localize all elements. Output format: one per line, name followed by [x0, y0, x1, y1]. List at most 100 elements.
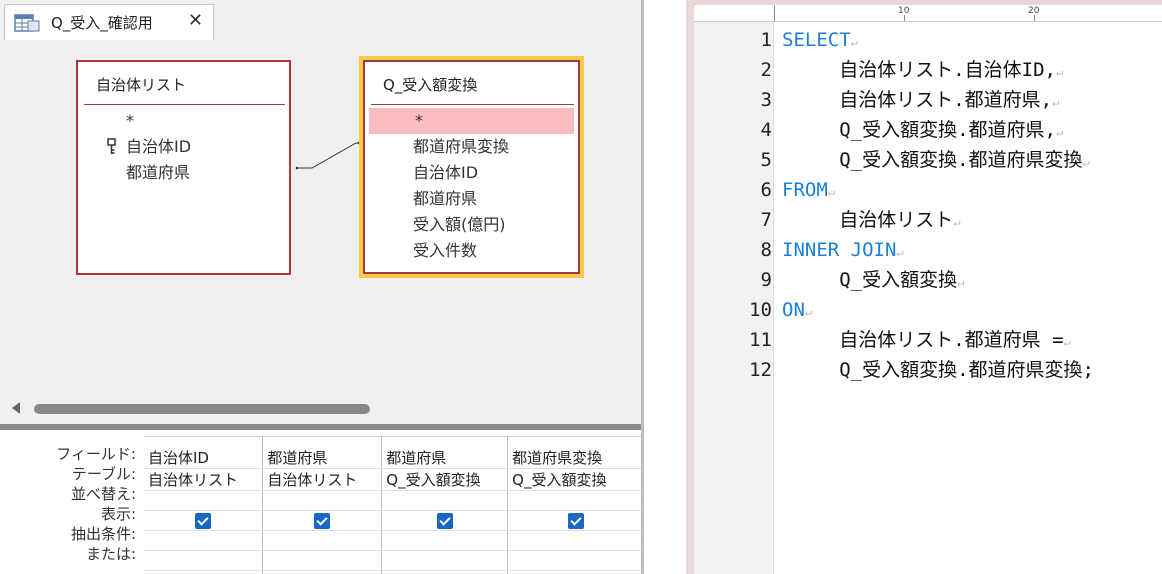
code-line[interactable]: 11 自治体リスト.都道府県 =↵: [694, 325, 1162, 355]
grid-row-sort: [144, 490, 644, 511]
return-mark-icon: ↵: [957, 275, 965, 289]
field-todofuken[interactable]: 都道府県: [78, 160, 289, 186]
grid-cell-criteria[interactable]: [507, 530, 644, 551]
grid-cell-table[interactable]: 自治体リスト: [144, 468, 264, 491]
show-checkbox[interactable]: [195, 512, 212, 529]
grid-cell-or[interactable]: [507, 550, 644, 571]
code-text: 自治体リスト.自治体ID,↵: [782, 55, 1063, 87]
return-mark-icon: ↵: [896, 245, 904, 259]
grid-cell-or[interactable]: [144, 550, 264, 571]
code-area[interactable]: 1 SELECT↵ 2 自治体リスト.自治体ID,↵ 3 自治体リスト.都道府県,↵ 4…: [694, 25, 1162, 385]
grid-cell-empty[interactable]: [507, 570, 644, 574]
code-line[interactable]: 12 Q_受入額変換.都道府県変換;: [694, 355, 1162, 385]
grid-cell-empty[interactable]: [381, 570, 509, 574]
field-all[interactable]: *: [78, 108, 289, 134]
grid-cell-sort[interactable]: [262, 490, 383, 511]
return-mark-icon: ↵: [850, 35, 858, 49]
ruler-tick: [904, 15, 905, 21]
query-designer: Q_受入_確認用 ✕ 自治体リスト * 自治体ID 都道府県 Q_受入額変換 *…: [0, 0, 644, 574]
sql-editor: 10 20 1 SELECT↵ 2 自治体リスト.自治体ID,↵ 3 自治体リスト.都…: [686, 0, 1162, 574]
code-line[interactable]: 6 FROM↵: [694, 175, 1162, 205]
design-grid: フィールド: テーブル: 並べ替え: 表示: 抽出条件: または: 自治体ID …: [0, 430, 644, 574]
grid-row-field: 自治体ID 都道府県 都道府県 都道府県変換: [144, 436, 644, 469]
grid-cell-table[interactable]: 自治体リスト: [262, 468, 383, 491]
code-line[interactable]: 10 ON↵: [694, 295, 1162, 325]
scrollbar-thumb[interactable]: [34, 404, 370, 414]
field-ukeire-gaku[interactable]: 受入額(億円): [365, 212, 578, 238]
sql-keyword: ON: [782, 299, 805, 321]
line-number: 6: [760, 179, 772, 201]
show-checkbox[interactable]: [436, 512, 453, 529]
field-jichitai-id[interactable]: 自治体ID: [78, 134, 289, 160]
sql-keyword: SELECT: [782, 29, 851, 51]
grid-cell-show: [381, 510, 509, 531]
code-text: Q_受入額変換.都道府県変換↵: [782, 145, 1090, 177]
line-number: 1: [760, 29, 772, 51]
grid-cell-field[interactable]: 都道府県: [262, 436, 383, 469]
field-all-selected[interactable]: *: [369, 108, 574, 134]
code-text: INNER JOIN↵: [782, 235, 904, 267]
return-mark-icon: ↵: [1052, 95, 1060, 109]
grid-cell-field[interactable]: 都道府県変換: [507, 436, 644, 469]
grid-cell-criteria[interactable]: [262, 530, 383, 551]
grid-cell-field[interactable]: 自治体ID: [144, 436, 264, 469]
code-line[interactable]: 5 Q_受入額変換.都道府県変換↵: [694, 145, 1162, 175]
return-mark-icon: ↵: [1082, 155, 1090, 169]
sql-text: Q_受入額変換: [782, 269, 958, 291]
grid-cell-sort[interactable]: [381, 490, 509, 511]
table-title: Q_受入額変換: [383, 76, 478, 94]
code-line[interactable]: 2 自治体リスト.自治体ID,↵: [694, 55, 1162, 85]
table-title: 自治体リスト: [96, 76, 187, 94]
grid-row-extra: [144, 570, 644, 574]
grid-cell-show: [262, 510, 383, 531]
table-jichitai-list[interactable]: 自治体リスト * 自治体ID 都道府県: [76, 60, 291, 275]
sql-text: 自治体リスト.自治体ID,: [782, 59, 1056, 81]
show-checkbox[interactable]: [314, 512, 331, 529]
field-todofuken[interactable]: 都道府県: [365, 186, 578, 212]
horizontal-scrollbar[interactable]: [4, 398, 642, 420]
line-number: 11: [749, 329, 772, 351]
sql-keyword: FROM: [782, 179, 828, 201]
sql-text: Q_受入額変換.都道府県変換;: [782, 359, 1094, 381]
grid-cell-criteria[interactable]: [144, 530, 264, 551]
close-icon[interactable]: ✕: [188, 12, 203, 30]
tab-title: Q_受入_確認用: [51, 14, 153, 32]
code-line[interactable]: 4 Q_受入額変換.都道府県,↵: [694, 115, 1162, 145]
grid-cell-table[interactable]: Q_受入額変換: [381, 468, 509, 491]
grid-cell-sort[interactable]: [507, 490, 644, 511]
return-mark-icon: ↵: [953, 215, 961, 229]
grid-row-criteria: [144, 530, 644, 551]
grid-cell-or[interactable]: [262, 550, 383, 571]
code-line[interactable]: 8 INNER JOIN↵: [694, 235, 1162, 265]
grid-cell-or[interactable]: [381, 550, 509, 571]
tab-q-confirm[interactable]: Q_受入_確認用 ✕: [4, 4, 214, 40]
field-jichitai-id[interactable]: 自治体ID: [365, 160, 578, 186]
scroll-left-icon[interactable]: [12, 402, 20, 414]
line-number: 10: [749, 299, 772, 321]
code-line[interactable]: 7 自治体リスト↵: [694, 205, 1162, 235]
field-ukeire-kensu[interactable]: 受入件数: [365, 238, 578, 264]
document-tab-strip: Q_受入_確認用 ✕: [0, 0, 644, 40]
grid-cell-sort[interactable]: [144, 490, 264, 511]
return-mark-icon: ↵: [804, 305, 813, 319]
code-line[interactable]: 3 自治体リスト.都道府県,↵: [694, 85, 1162, 115]
code-text: SELECT↵: [782, 25, 858, 57]
grid-cell-field[interactable]: 都道府県: [381, 436, 509, 469]
return-mark-icon: ↵: [1063, 335, 1071, 349]
grid-cell-empty[interactable]: [144, 570, 264, 574]
label-field: フィールド:: [56, 445, 136, 463]
table-q-ukeire-henkan[interactable]: Q_受入額変換 * 都道府県変換 自治体ID 都道府県 受入額(億円) 受入件数: [363, 60, 580, 274]
grid-cell-show: [144, 510, 264, 531]
grid-cell-empty[interactable]: [262, 570, 383, 574]
line-number: 8: [760, 239, 772, 261]
ruler-tick: [1034, 15, 1035, 21]
grid-cell-criteria[interactable]: [381, 530, 509, 551]
show-checkbox[interactable]: [567, 512, 584, 529]
grid-cell-table[interactable]: Q_受入額変換: [507, 468, 644, 491]
code-line[interactable]: 9 Q_受入額変換↵: [694, 265, 1162, 295]
code-line[interactable]: 1 SELECT↵: [694, 25, 1162, 55]
query-icon: [14, 13, 40, 32]
line-number: 7: [760, 209, 772, 231]
gap: [644, 0, 686, 574]
field-todofuken-henkan[interactable]: 都道府県変換: [365, 134, 578, 160]
